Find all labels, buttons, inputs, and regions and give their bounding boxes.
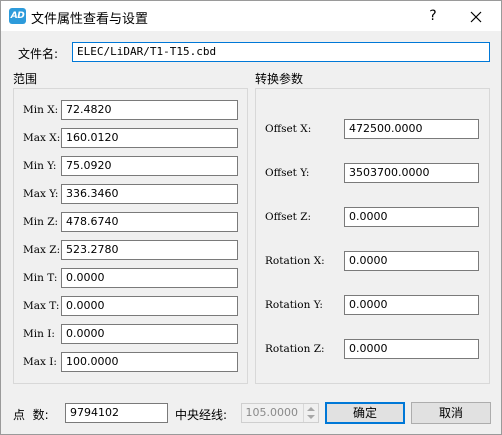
max-i-input[interactable]: 100.0000	[61, 352, 238, 372]
rotation-z-label: Rotation Z:	[265, 343, 325, 355]
offset-y-input[interactable]: 3503700.0000	[344, 163, 479, 183]
offset-x-label: Offset X:	[265, 123, 312, 135]
min-x-label: Min X:	[23, 104, 59, 116]
title-bar[interactable]: AD 文件属性查看与设置 ?	[1, 1, 501, 31]
max-x-input[interactable]: 160.0120	[61, 128, 238, 148]
central-meridian-spinbox[interactable]: 105.0000	[241, 403, 319, 423]
min-x-input[interactable]: 72.4820	[61, 100, 238, 120]
offset-z-label: Offset Z:	[265, 211, 312, 223]
transform-group: Offset X: 472500.0000 Offset Y: 3503700.…	[255, 88, 490, 384]
cancel-button[interactable]: 取消	[411, 402, 491, 424]
points-count-label: 点 数:	[13, 408, 49, 422]
close-button[interactable]	[459, 5, 493, 27]
max-z-input[interactable]: 523.2780	[61, 240, 238, 260]
window-title: 文件属性查看与设置	[31, 12, 149, 27]
app-logo-icon: AD	[9, 8, 26, 24]
min-t-label: Min T:	[23, 272, 58, 284]
file-name-label: 文件名:	[18, 47, 59, 61]
min-y-input[interactable]: 75.0920	[61, 156, 238, 176]
spin-up-icon[interactable]	[307, 407, 315, 411]
rotation-y-label: Rotation Y:	[265, 299, 323, 311]
max-y-label: Max Y:	[23, 188, 59, 200]
min-y-label: Min Y:	[23, 160, 57, 172]
close-icon	[470, 11, 482, 22]
file-name-input[interactable]: ELEC/LiDAR/T1-T15.cbd	[72, 42, 490, 62]
central-meridian-value: 105.0000	[245, 406, 299, 419]
max-t-label: Max T:	[23, 300, 60, 312]
min-i-label: Min I:	[23, 328, 55, 340]
offset-x-input[interactable]: 472500.0000	[344, 119, 479, 139]
transform-group-title: 转换参数	[255, 72, 304, 86]
max-y-input[interactable]: 336.3460	[61, 184, 238, 204]
rotation-y-input[interactable]: 0.0000	[344, 295, 479, 315]
min-z-input[interactable]: 478.6740	[61, 212, 238, 232]
offset-z-input[interactable]: 0.0000	[344, 207, 479, 227]
central-meridian-label: 中央经线:	[175, 408, 228, 422]
rotation-x-input[interactable]: 0.0000	[344, 251, 479, 271]
range-group: Min X: 72.4820 Max X: 160.0120 Min Y: 75…	[13, 88, 248, 384]
dialog-window: AD 文件属性查看与设置 ? 文件名: ELEC/LiDAR/T1-T15.cb…	[0, 0, 502, 435]
points-count-input[interactable]: 9794102	[65, 403, 168, 423]
min-t-input[interactable]: 0.0000	[61, 268, 238, 288]
max-t-input[interactable]: 0.0000	[61, 296, 238, 316]
max-z-label: Max Z:	[23, 244, 61, 256]
min-i-input[interactable]: 0.0000	[61, 324, 238, 344]
range-group-title: 范围	[13, 72, 38, 86]
spin-arrows[interactable]	[303, 404, 318, 422]
spin-down-icon[interactable]	[307, 415, 315, 419]
max-i-label: Max I:	[23, 356, 57, 368]
help-button[interactable]: ?	[419, 5, 447, 27]
max-x-label: Max X:	[23, 132, 61, 144]
rotation-x-label: Rotation X:	[265, 255, 325, 267]
ok-button[interactable]: 确定	[325, 402, 405, 424]
offset-y-label: Offset Y:	[265, 167, 310, 179]
min-z-label: Min Z:	[23, 216, 59, 228]
rotation-z-input[interactable]: 0.0000	[344, 339, 479, 359]
